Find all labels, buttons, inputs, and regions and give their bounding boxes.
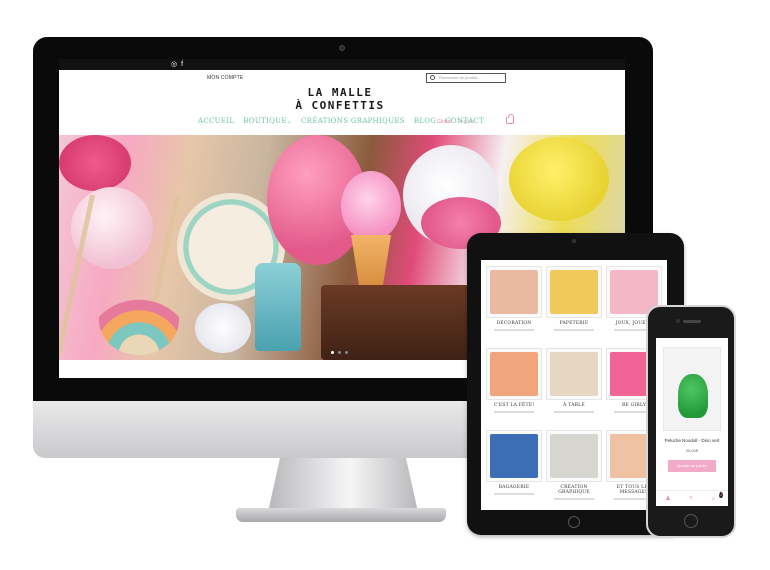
instagram-icon[interactable]: ◎ — [171, 61, 177, 68]
category-description-line — [554, 411, 594, 413]
category-description-line — [554, 498, 594, 500]
search-icon[interactable]: ⌕ — [690, 495, 693, 502]
green-dino-plush — [678, 374, 708, 418]
vintage-suitcase — [321, 285, 471, 360]
imac-stand-neck — [268, 458, 418, 512]
product-price: 25,00€ — [685, 448, 699, 453]
facebook-icon[interactable]: f — [181, 61, 183, 68]
category-label: BAGAGERIE — [498, 485, 530, 490]
logo-line-1: LA MALLE — [307, 86, 373, 99]
slider-dots — [331, 351, 348, 354]
category-description-line — [494, 493, 534, 495]
top-bar — [59, 59, 625, 70]
category-image — [486, 430, 542, 482]
search-icon — [430, 75, 435, 80]
nav-item-creations-graphiques[interactable]: CRÉATIONS GRAPHIQUES — [301, 117, 405, 125]
product-title[interactable]: Peluche Noodoll - Dino vert — [656, 438, 728, 443]
category-image — [546, 430, 602, 482]
nav-item-boutique[interactable]: BOUTIQUE⌄ — [243, 117, 292, 125]
nav-item-blog[interactable]: BLOG — [414, 117, 436, 125]
category-photo — [490, 270, 538, 314]
product-photo[interactable] — [663, 347, 721, 431]
category-label: C'EST LA FÊTE! — [493, 403, 535, 408]
yellow-plush — [509, 137, 609, 221]
cart-icon[interactable] — [506, 114, 514, 124]
category-tile[interactable]: C'EST LA FÊTE! — [486, 348, 542, 424]
category-tile[interactable]: À TABLE — [546, 348, 602, 424]
icecream-lamp — [341, 171, 401, 241]
slider-dot-2[interactable] — [338, 351, 341, 354]
iphone-camera — [676, 319, 680, 323]
bear-lamp — [195, 303, 251, 353]
social-links: ◎ f — [171, 61, 183, 68]
slider-dot-3[interactable] — [345, 351, 348, 354]
category-photo — [550, 352, 598, 396]
category-grid: DÉCORATION PAPETERIE JOUX, JOUETS C'EST LA … — [486, 266, 662, 506]
rainbow-toy — [99, 285, 179, 355]
category-image — [546, 348, 602, 400]
cart-icon[interactable]: ⌂0 — [711, 491, 723, 502]
site-logo[interactable]: LA MALLE À CONFETTIS — [285, 86, 395, 112]
toy-blender — [255, 263, 301, 351]
category-photo — [490, 434, 538, 478]
my-account-link[interactable]: MON COMPTE — [207, 75, 243, 81]
ipad-screen: DÉCORATION PAPETERIE JOUX, JOUETS C'EST LA … — [481, 260, 667, 510]
cart-glyph: ⌂ — [711, 495, 716, 502]
chevron-down-icon: ⌄ — [286, 118, 293, 125]
category-label: CRÉATION GRAPHIQUE — [558, 485, 590, 495]
iphone-screen: Peluche Noodoll - Dino vert 25,00€ Ajout… — [656, 338, 728, 506]
nav-item-accueil[interactable]: ACCUEIL — [198, 117, 234, 125]
category-description-line — [494, 411, 534, 413]
account-icon[interactable]: ♟ — [665, 495, 670, 502]
category-tile[interactable]: DÉCORATION — [486, 266, 542, 342]
category-tile[interactable]: PAPETERIE — [546, 266, 602, 342]
nav-item-boutique-label: BOUTIQUE — [243, 117, 287, 125]
language-switcher: Global English — [437, 119, 474, 125]
category-tile[interactable]: CRÉATION GRAPHIQUE — [546, 430, 602, 506]
search-input[interactable]: Recherche de produit... — [426, 73, 506, 83]
category-photo — [490, 352, 538, 396]
iphone-home-button — [684, 514, 698, 528]
category-image — [546, 266, 602, 318]
ipad-home-button — [568, 516, 580, 528]
lang-english[interactable]: English — [457, 119, 473, 125]
lang-global[interactable]: Global — [437, 119, 451, 125]
logo-line-2: À CONFETTIS — [295, 99, 385, 112]
device-mockup-stage: ◎ f MON COMPTE Recherche de produit... L… — [0, 0, 770, 570]
cart-count-badge: 0 — [719, 491, 723, 498]
category-photo — [550, 270, 598, 314]
category-photo — [550, 434, 598, 478]
pompom-decor — [59, 135, 131, 191]
iphone-speaker — [683, 320, 701, 323]
imac-camera — [339, 45, 345, 51]
mobile-tab-bar: ♟ ⌕ ⌂0 — [656, 490, 728, 506]
category-description-line — [554, 329, 594, 331]
category-label: À TABLE — [563, 403, 585, 408]
imac-stand-foot — [236, 508, 446, 522]
category-label: PAPETERIE — [559, 321, 589, 326]
category-label: DÉCORATION — [496, 321, 532, 326]
add-to-cart-button[interactable]: Ajouter au panier — [668, 460, 716, 472]
slider-dot-1[interactable] — [331, 351, 334, 354]
category-image — [486, 348, 542, 400]
category-description-line — [494, 329, 534, 331]
ipad-camera — [572, 239, 576, 243]
category-image — [486, 266, 542, 318]
category-tile[interactable]: BAGAGERIE — [486, 430, 542, 506]
icecream-lamp-base — [351, 235, 391, 285]
